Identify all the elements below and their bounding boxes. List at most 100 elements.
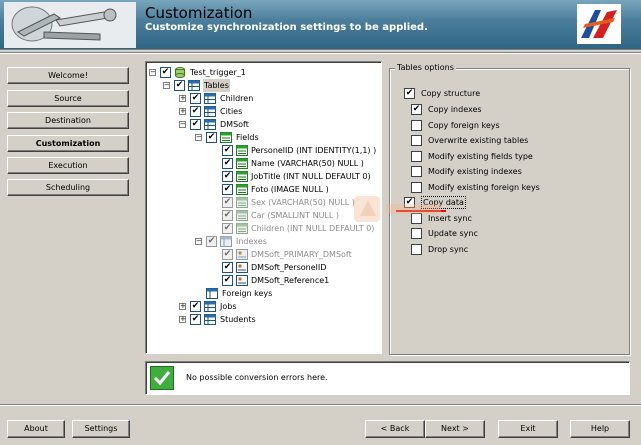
tree-node-field[interactable]: ✔ PersonelID (INT IDENTITY(1,1) ) xyxy=(146,144,381,157)
exit-button[interactable]: Exit xyxy=(498,420,558,438)
tree-label: DMSoft_PersonelID xyxy=(251,263,327,272)
index-icon xyxy=(236,262,248,273)
table-icon xyxy=(204,106,216,117)
tree-label: Foto (IMAGE NULL ) xyxy=(251,185,329,194)
tree-node-table[interactable]: + ✔ Children xyxy=(146,92,381,105)
indexes-icon xyxy=(220,236,232,247)
tree-node-field[interactable]: ✔ Name (VARCHAR(50) NULL ) xyxy=(146,157,381,170)
about-button[interactable]: About xyxy=(7,420,65,438)
tree-checkbox[interactable]: ✔ xyxy=(222,171,233,182)
tree-node-table[interactable]: + ✔ Students xyxy=(146,313,381,326)
tree-node-foreign-keys[interactable]: Foreign keys xyxy=(146,287,381,300)
watermark-logo xyxy=(350,190,445,230)
checkbox[interactable] xyxy=(411,135,422,146)
checkbox[interactable]: ✔ xyxy=(404,88,415,99)
tree-checkbox[interactable]: ✔ xyxy=(206,132,217,143)
tree-checkbox[interactable]: ✔ xyxy=(222,184,233,195)
field-icon xyxy=(236,223,248,234)
tree-node-index[interactable]: ✔ DMSoft_PersonelID xyxy=(146,261,381,274)
tree-checkbox[interactable]: ✔ xyxy=(190,301,201,312)
checkbox[interactable] xyxy=(411,244,422,255)
tree-label: Fields xyxy=(236,133,259,142)
checkbox[interactable] xyxy=(411,151,422,162)
tree-node-table[interactable]: + ✔ Cities xyxy=(146,105,381,118)
tree-checkbox[interactable]: ✔ xyxy=(190,314,201,325)
nav-execution[interactable]: Execution xyxy=(7,157,129,174)
tree-node-fields[interactable]: − ✔ Fields xyxy=(146,131,381,144)
nav-destination[interactable]: Destination xyxy=(7,112,129,129)
table-icon xyxy=(204,314,216,325)
checkbox[interactable] xyxy=(411,166,422,177)
back-button[interactable]: < Back xyxy=(365,420,425,438)
tree-checkbox[interactable]: ✔ xyxy=(222,158,233,169)
field-icon xyxy=(236,171,248,182)
collapse-icon[interactable]: − xyxy=(179,121,186,128)
expand-icon[interactable]: + xyxy=(179,95,186,102)
field-icon xyxy=(236,197,248,208)
tree-checkbox[interactable]: ✔ xyxy=(160,67,171,78)
tree-label: Jobs xyxy=(220,302,237,311)
success-check-icon xyxy=(150,366,174,390)
tree-node-table[interactable]: − ✔ DMSoft xyxy=(146,118,381,131)
expand-icon[interactable]: + xyxy=(179,303,186,310)
tree-checkbox[interactable]: ✔ xyxy=(190,106,201,117)
nav-source[interactable]: Source xyxy=(7,90,129,107)
tree-node-field[interactable]: ✔ JobTitle (INT NULL DEFAULT 0) xyxy=(146,170,381,183)
help-button[interactable]: Help xyxy=(570,420,630,438)
collapse-icon[interactable]: − xyxy=(195,238,202,245)
tree-checkbox[interactable]: ✔ xyxy=(174,80,185,91)
tree-checkbox[interactable]: ✔ xyxy=(190,119,201,130)
tree-node-root[interactable]: − ✔ Test_trigger_1 xyxy=(146,66,381,79)
nav-customization[interactable]: Customization xyxy=(7,135,129,152)
tree-node-field[interactable]: ✔ Children (INT NULL DEFAULT 0) xyxy=(146,222,381,235)
tree-node-field[interactable]: ✔ Foto (IMAGE NULL ) xyxy=(146,183,381,196)
tree-label: JobTitle (INT NULL DEFAULT 0) xyxy=(251,172,371,181)
tree-label: DMSoft xyxy=(220,120,249,129)
schema-tree[interactable]: − ✔ Test_trigger_1 − ✔ Tables + ✔ Childr… xyxy=(145,61,382,354)
tree-checkbox[interactable]: ✔ xyxy=(206,236,217,247)
tree-node-tables[interactable]: − ✔ Tables xyxy=(146,79,381,92)
next-button[interactable]: Next > xyxy=(425,420,485,438)
header-divider xyxy=(0,52,641,54)
nav-welcome[interactable]: Welcome! xyxy=(7,67,129,84)
tree-label: Sex (VARCHAR(50) NULL ) xyxy=(251,198,355,207)
tree-node-field[interactable]: ✔ Car (SMALLINT NULL ) xyxy=(146,209,381,222)
table-icon xyxy=(204,93,216,104)
tree-checkbox[interactable]: ✔ xyxy=(222,145,233,156)
tree-node-index[interactable]: ✔ DMSoft_PRIMARY_DMSoft xyxy=(146,248,381,261)
tree-label: Indexes xyxy=(236,237,267,246)
collapse-icon[interactable]: − xyxy=(195,134,202,141)
table-icon xyxy=(188,80,200,91)
expand-icon[interactable]: + xyxy=(179,316,186,323)
tree-label: Students xyxy=(220,315,256,324)
index-icon xyxy=(236,275,248,286)
foreign-keys-icon xyxy=(206,288,218,299)
tree-label: DMSoft_Reference1 xyxy=(251,276,330,285)
tree-node-field[interactable]: ✔ Sex (VARCHAR(50) NULL ) xyxy=(146,196,381,209)
field-icon xyxy=(236,184,248,195)
tree-checkbox[interactable]: ✔ xyxy=(222,249,233,260)
table-icon xyxy=(204,119,216,130)
tree-node-table[interactable]: + ✔ Jobs xyxy=(146,300,381,313)
tree-node-index[interactable]: ✔ DMSoft_Reference1 xyxy=(146,274,381,287)
nav-scheduling[interactable]: Scheduling xyxy=(7,179,129,196)
expand-icon[interactable]: + xyxy=(179,108,186,115)
tree-checkbox[interactable]: ✔ xyxy=(222,275,233,286)
collapse-icon[interactable]: − xyxy=(149,69,156,76)
collapse-icon[interactable]: − xyxy=(163,82,170,89)
tables-options-legend: Tables options xyxy=(395,63,456,72)
settings-button[interactable]: Settings xyxy=(72,420,130,438)
tree-checkbox[interactable]: ✔ xyxy=(222,197,233,208)
fields-icon xyxy=(220,132,232,143)
tree-node-indexes[interactable]: − ✔ Indexes xyxy=(146,235,381,248)
tree-label: DMSoft_PRIMARY_DMSoft xyxy=(251,250,352,259)
page-subtitle: Customize synchronization settings to be… xyxy=(145,22,428,33)
checkbox[interactable] xyxy=(411,120,422,131)
tree-checkbox[interactable]: ✔ xyxy=(222,210,233,221)
tree-checkbox[interactable]: ✔ xyxy=(222,262,233,273)
checkbox[interactable]: ✔ xyxy=(411,104,422,115)
tree-checkbox[interactable]: ✔ xyxy=(222,223,233,234)
tree-checkbox[interactable]: ✔ xyxy=(190,93,201,104)
app-logo xyxy=(4,2,136,48)
tree-label: Test_trigger_1 xyxy=(190,68,246,77)
